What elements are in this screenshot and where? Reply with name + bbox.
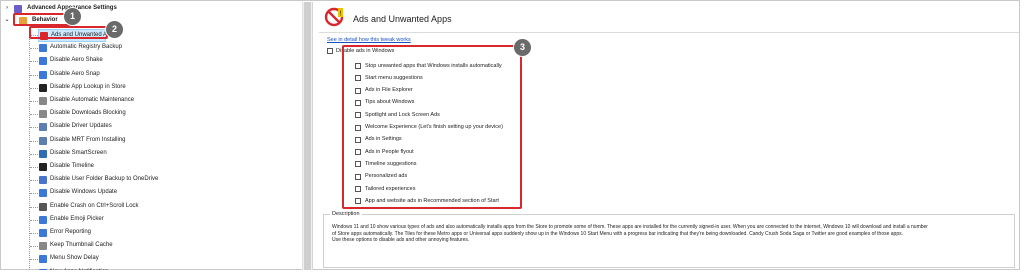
tweak-icon	[39, 242, 47, 251]
tree-item-label: Enable Crash on Ctrl+Scroll Lock	[50, 202, 139, 209]
tree-item-menu-show-delay[interactable]: Menu Show Delay	[38, 253, 308, 264]
tweak-icon	[39, 136, 47, 145]
tree-item-disable-driver-updates[interactable]: Disable Driver Updates	[38, 121, 308, 132]
no-ads-icon: !	[324, 7, 344, 27]
step-badge-2: 2	[105, 20, 124, 39]
tree-item-label: Menu Show Delay	[50, 255, 99, 262]
tweak-details-link[interactable]: See in detail how this tweak works	[327, 37, 411, 43]
tree-item-label: Disable Timeline	[50, 163, 95, 169]
app-window: › Advanced Appearance Settings ⌄ Behavio…	[0, 0, 1020, 270]
tree-item-disable-app-lookup-in-store[interactable]: Disable App Lookup in Store	[38, 82, 308, 93]
tree-item-label: Disable MRT From Installing	[50, 136, 126, 143]
tweak-icon	[39, 229, 47, 237]
tree-item-label: Disable Downloads Blocking	[50, 110, 126, 117]
tree-item-disable-windows-update[interactable]: Disable Windows Update	[38, 187, 308, 198]
highlight-ads-item	[29, 26, 108, 39]
tree-item-label: Disable Automatic Maintenance	[50, 97, 135, 103]
tree-connector	[30, 74, 38, 77]
tree-connector	[30, 114, 38, 116]
tree-item-label: Disable Aero Shake	[50, 57, 103, 64]
tweak-icon	[39, 176, 47, 185]
tree-item-disable-automatic-maintenance[interactable]: Disable Automatic Maintenance	[38, 95, 308, 106]
tree-connector	[30, 259, 38, 261]
tree-connector	[30, 167, 38, 169]
tweak-icon	[39, 57, 47, 66]
tweak-icon	[39, 163, 47, 171]
tree-item-new-apps-notification[interactable]: New Apps Notification	[38, 267, 308, 270]
tweak-icon	[39, 215, 47, 224]
tree-item-label: Disable User Folder Backup to OneDrive	[50, 176, 159, 183]
tweak-icon	[39, 97, 47, 105]
header-divider	[319, 32, 1019, 33]
tree-item-label: Disable Aero Snap	[50, 70, 100, 77]
tree-connector	[30, 48, 38, 50]
chevron-right-icon[interactable]: ›	[4, 3, 10, 14]
tree-item-label: Disable SmartScreen	[50, 149, 107, 156]
tweak-icon	[39, 83, 47, 92]
tree-item-label: Error Reporting	[50, 229, 92, 235]
tree-item-disable-smartscreen[interactable]: Disable SmartScreen	[38, 148, 308, 159]
tree-connector	[30, 206, 38, 209]
tweak-icon	[39, 149, 47, 158]
tree-item-disable-aero-shake[interactable]: Disable Aero Shake	[38, 55, 308, 66]
tree-item-disable-timeline[interactable]: Disable Timeline	[38, 161, 308, 172]
step-badge-3: 3	[513, 38, 532, 57]
tree-connector	[30, 127, 38, 129]
page-title: Ads and Unwanted Apps	[353, 14, 452, 24]
tree-connector	[30, 246, 38, 248]
tweak-icon	[39, 110, 47, 119]
description-text: Windows 11 and 10 show various types of …	[332, 224, 928, 243]
tweak-icon	[39, 44, 47, 53]
tree-connector	[30, 193, 38, 195]
scrollbar-thumb[interactable]	[304, 2, 311, 270]
tree-scrollbar[interactable]	[302, 2, 312, 270]
tree-item-label: Disable Windows Update	[50, 189, 118, 196]
tree-item-disable-mrt-from-installing[interactable]: Disable MRT From Installing	[38, 135, 308, 146]
appearance-icon	[14, 5, 22, 13]
tree-item-label: Automatic Registry Backup	[50, 44, 123, 51]
tree-item-error-reporting[interactable]: Error Reporting	[38, 227, 308, 238]
tree-item-keep-thumbnail-cache[interactable]: Keep Thumbnail Cache	[38, 240, 308, 251]
tree-connector	[30, 153, 38, 156]
tree-item-label: Keep Thumbnail Cache	[50, 242, 113, 249]
tweak-icon	[39, 123, 47, 132]
tree-item-enable-crash-on-ctrl-scroll-lock[interactable]: Enable Crash on Ctrl+Scroll Lock	[38, 201, 308, 212]
svg-text:!: !	[340, 11, 342, 18]
tweak-icon	[39, 70, 47, 79]
disable-ads-checkbox[interactable]	[327, 48, 333, 54]
tree-connector	[30, 180, 38, 182]
tree-connector	[30, 87, 38, 90]
tree-connector	[30, 140, 38, 143]
description-legend: Description	[330, 211, 362, 217]
tree-item-label: Enable Emoji Picker	[50, 215, 104, 222]
step-badge-1: 1	[63, 7, 82, 26]
tree-item-disable-aero-snap[interactable]: Disable Aero Snap	[38, 69, 308, 80]
tree-connector	[30, 61, 38, 63]
chevron-down-icon[interactable]: ⌄	[4, 15, 10, 26]
tree-item-label: Disable App Lookup in Store	[50, 83, 126, 90]
tree-item-label: Disable Driver Updates	[50, 123, 112, 130]
tree-item-enable-emoji-picker[interactable]: Enable Emoji Picker	[38, 214, 308, 225]
tree-item-automatic-registry-backup[interactable]: Automatic Registry Backup	[38, 42, 308, 53]
tweak-icon	[39, 202, 47, 211]
tree-item-disable-user-folder-backup-to-onedrive[interactable]: Disable User Folder Backup to OneDrive	[38, 174, 308, 185]
tree-connector	[30, 101, 38, 103]
tweak-tree: › Advanced Appearance Settings ⌄ Behavio…	[2, 2, 313, 270]
tweak-icon	[39, 189, 47, 198]
tweak-icon	[39, 268, 47, 270]
tree-connector	[30, 219, 38, 222]
tree-item-disable-downloads-blocking[interactable]: Disable Downloads Blocking	[38, 108, 308, 119]
description-box: Description Windows 11 and 10 show vario…	[323, 211, 1015, 268]
tree-item-label: New Apps Notification	[50, 267, 108, 270]
tweak-icon	[39, 255, 47, 264]
tree-connector	[30, 233, 38, 235]
highlight-options	[342, 45, 522, 209]
